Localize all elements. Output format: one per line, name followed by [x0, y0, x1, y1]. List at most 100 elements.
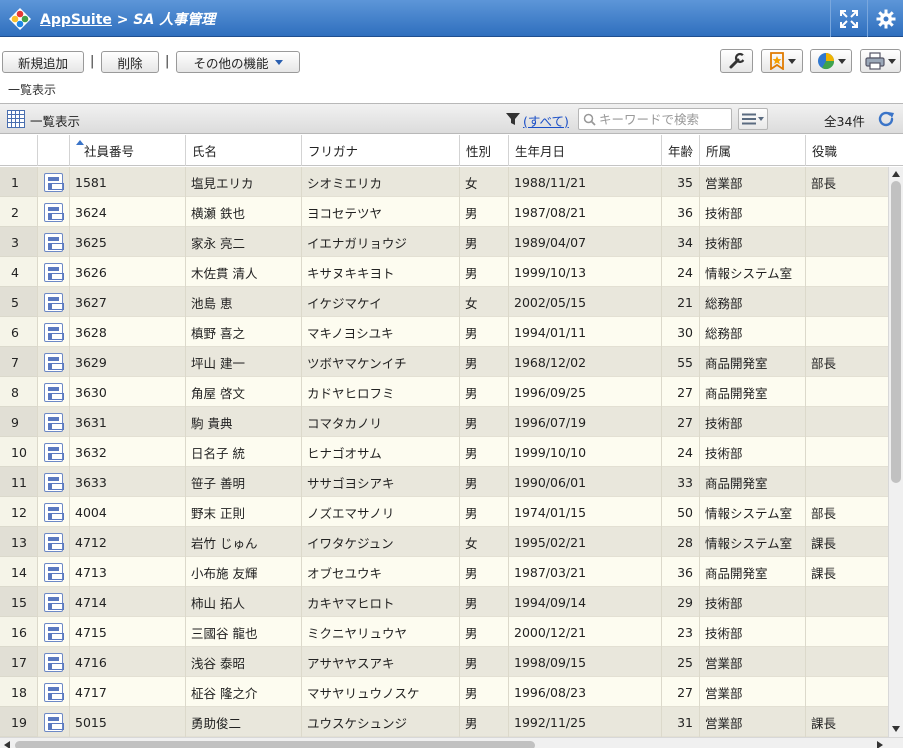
row-number: 16 — [0, 617, 37, 647]
column-header-employee-id[interactable]: 社員番号 — [69, 135, 185, 166]
detail-button[interactable] — [37, 377, 69, 407]
detail-icon-header — [37, 135, 69, 166]
column-header-furigana[interactable]: フリガナ — [301, 135, 459, 166]
vertical-scrollbar[interactable] — [888, 167, 903, 737]
column-header-position[interactable]: 役職 — [805, 135, 903, 166]
cell-employee-id: 3627 — [69, 287, 185, 317]
table-row[interactable]: 1 1581 塩見エリカ シオミエリカ女 1988/11/21 35 営業部 部長 — [0, 167, 888, 197]
more-functions-button[interactable]: その他の機能 — [176, 51, 300, 73]
table-row[interactable]: 8 3630 角屋 啓文 カドヤヒロフミ男 1996/09/25 27 商品開発室 — [0, 377, 888, 407]
delete-button[interactable]: 削除 — [101, 51, 159, 73]
detail-button[interactable] — [37, 227, 69, 257]
cell-furigana: イケジマケイ — [301, 287, 459, 317]
bookmark-menu-button[interactable] — [761, 49, 803, 73]
detail-button[interactable] — [37, 647, 69, 677]
settings-button[interactable] — [867, 0, 903, 37]
print-menu-button[interactable] — [860, 49, 901, 73]
cell-employee-id: 4713 — [69, 557, 185, 587]
scroll-right-arrow-icon[interactable] — [877, 741, 883, 748]
table-row[interactable]: 4 3626 木佐貫 清人 キサヌキキヨト男 1999/10/13 24 情報システム室 — [0, 257, 888, 287]
appsuite-link[interactable]: AppSuite — [40, 12, 112, 28]
cell-employee-id: 3631 — [69, 407, 185, 437]
detail-button[interactable] — [37, 467, 69, 497]
table-row[interactable]: 18 4717 柾谷 隆之介 マサヤリュウノスケ男 1996/08/23 27 営業部 — [0, 677, 888, 707]
detail-button[interactable] — [37, 527, 69, 557]
pie-chart-icon — [817, 53, 834, 70]
table-row[interactable]: 16 4715 三國谷 龍也 ミクニヤリュウヤ男 2000/12/21 23 技術部 — [0, 617, 888, 647]
table-row[interactable]: 3 3625 家永 亮二 イエナガリョウジ男 1989/04/07 34 技術部 — [0, 227, 888, 257]
scroll-down-arrow-icon[interactable] — [892, 726, 900, 732]
horizontal-scroll-thumb[interactable] — [15, 741, 535, 748]
cell-employee-id: 3632 — [69, 437, 185, 467]
detail-button[interactable] — [37, 497, 69, 527]
scroll-left-arrow-icon[interactable] — [4, 741, 10, 748]
table-row[interactable]: 13 4712 岩竹 じゅん イワタケジュン女 1995/02/21 28 情報システム室課… — [0, 527, 888, 557]
table-row[interactable]: 15 4714 柿山 拓人 カキヤマヒロト男 1994/09/14 29 技術部 — [0, 587, 888, 617]
row-number: 19 — [0, 707, 37, 737]
list-menu-button[interactable] — [738, 108, 768, 130]
column-header-name[interactable]: 氏名 — [185, 135, 301, 166]
cell-age: 36 — [661, 557, 699, 587]
chart-menu-button[interactable] — [810, 49, 852, 73]
refresh-icon[interactable] — [877, 110, 895, 128]
detail-button[interactable] — [37, 557, 69, 587]
detail-record-icon — [44, 502, 64, 522]
detail-button[interactable] — [37, 707, 69, 737]
table-row[interactable]: 7 3629 坪山 建一 ツボヤマケンイチ男 1968/12/02 55 商品開発室 部長 — [0, 347, 888, 377]
cell-position: 課長 — [805, 557, 888, 587]
table-row[interactable]: 17 4716 浅谷 泰昭 アサヤヤスアキ男 1998/09/15 25 営業部 — [0, 647, 888, 677]
table-row[interactable]: 2 3624 横瀬 鉄也 ヨコセテツヤ男 1987/08/21 36 技術部 — [0, 197, 888, 227]
horizontal-scrollbar[interactable] — [0, 737, 903, 748]
column-header-gender[interactable]: 性別 — [459, 135, 508, 166]
cell-gender: 男 — [459, 677, 508, 707]
table-row[interactable]: 6 3628 槙野 喜之 マキノヨシユキ男 1994/01/11 30 総務部 — [0, 317, 888, 347]
scroll-up-arrow-icon[interactable] — [892, 171, 900, 177]
detail-button[interactable] — [37, 347, 69, 377]
detail-button[interactable] — [37, 287, 69, 317]
cell-gender: 男 — [459, 497, 508, 527]
appsuite-logo-icon[interactable] — [8, 7, 32, 31]
cell-birthdate: 1994/09/14 — [508, 587, 661, 617]
detail-button[interactable] — [37, 197, 69, 227]
tools-button[interactable] — [720, 49, 753, 73]
detail-button[interactable] — [37, 437, 69, 467]
cell-age: 50 — [661, 497, 699, 527]
detail-record-icon — [44, 172, 64, 192]
cell-furigana: キサヌキキヨト — [301, 257, 459, 287]
table-row[interactable]: 5 3627 池島 恵イケジマケイ女 2002/05/15 21 総務部 — [0, 287, 888, 317]
cell-age: 27 — [661, 677, 699, 707]
table-header: 社員番号 氏名 フリガナ 性別 生年月日 年齢 所属 役職 — [0, 135, 903, 166]
keyword-search-input[interactable] — [599, 111, 729, 127]
filter-icon[interactable] — [505, 111, 521, 127]
column-header-department[interactable]: 所属 — [699, 135, 805, 166]
detail-button[interactable] — [37, 617, 69, 647]
breadcrumb: AppSuite > SA 人事管理 — [40, 9, 215, 29]
column-header-age[interactable]: 年齢 — [661, 135, 699, 166]
table-row[interactable]: 11 3633 笹子 善明 ササゴヨシアキ男 1990/06/01 33 商品開発室 — [0, 467, 888, 497]
table-row[interactable]: 9 3631 駒 貴典 コマタカノリ男 1996/07/19 27 技術部 — [0, 407, 888, 437]
detail-button[interactable] — [37, 587, 69, 617]
cell-position — [805, 257, 888, 287]
add-new-button[interactable]: 新規追加 — [2, 51, 84, 73]
detail-button[interactable] — [37, 407, 69, 437]
cell-department: 技術部 — [699, 437, 805, 467]
cell-gender: 男 — [459, 707, 508, 737]
table-row[interactable]: 12 4004 野末 正則 ノズエマサノリ男 1974/01/15 50 情報システム室 部長 — [0, 497, 888, 527]
table-row[interactable]: 19 5015 勇助俊二 ユウスケシュンジ男 1992/11/25 31 営業部 課長 — [0, 707, 888, 737]
table-row[interactable]: 14 4713 小布施 友輝 オブセユウキ男 1987/03/21 36 商品開発室 課長 — [0, 557, 888, 587]
printer-icon — [865, 52, 885, 70]
table-row[interactable]: 10 3632 日名子 統ヒナゴオサム男 1999/10/10 24 技術部 — [0, 437, 888, 467]
cell-name: 浅谷 泰昭 — [185, 647, 301, 677]
detail-button[interactable] — [37, 167, 69, 197]
fullscreen-button[interactable] — [830, 0, 866, 37]
detail-button[interactable] — [37, 317, 69, 347]
detail-button[interactable] — [37, 677, 69, 707]
cell-birthdate: 1968/12/02 — [508, 347, 661, 377]
vertical-scroll-thumb[interactable] — [891, 181, 901, 483]
filter-all-link[interactable]: (すべて) — [523, 111, 569, 130]
cell-name: 塩見エリカ — [185, 167, 301, 197]
cell-birthdate: 1989/04/07 — [508, 227, 661, 257]
keyword-search-box[interactable] — [578, 108, 732, 130]
column-header-birthdate[interactable]: 生年月日 — [508, 135, 661, 166]
detail-button[interactable] — [37, 257, 69, 287]
